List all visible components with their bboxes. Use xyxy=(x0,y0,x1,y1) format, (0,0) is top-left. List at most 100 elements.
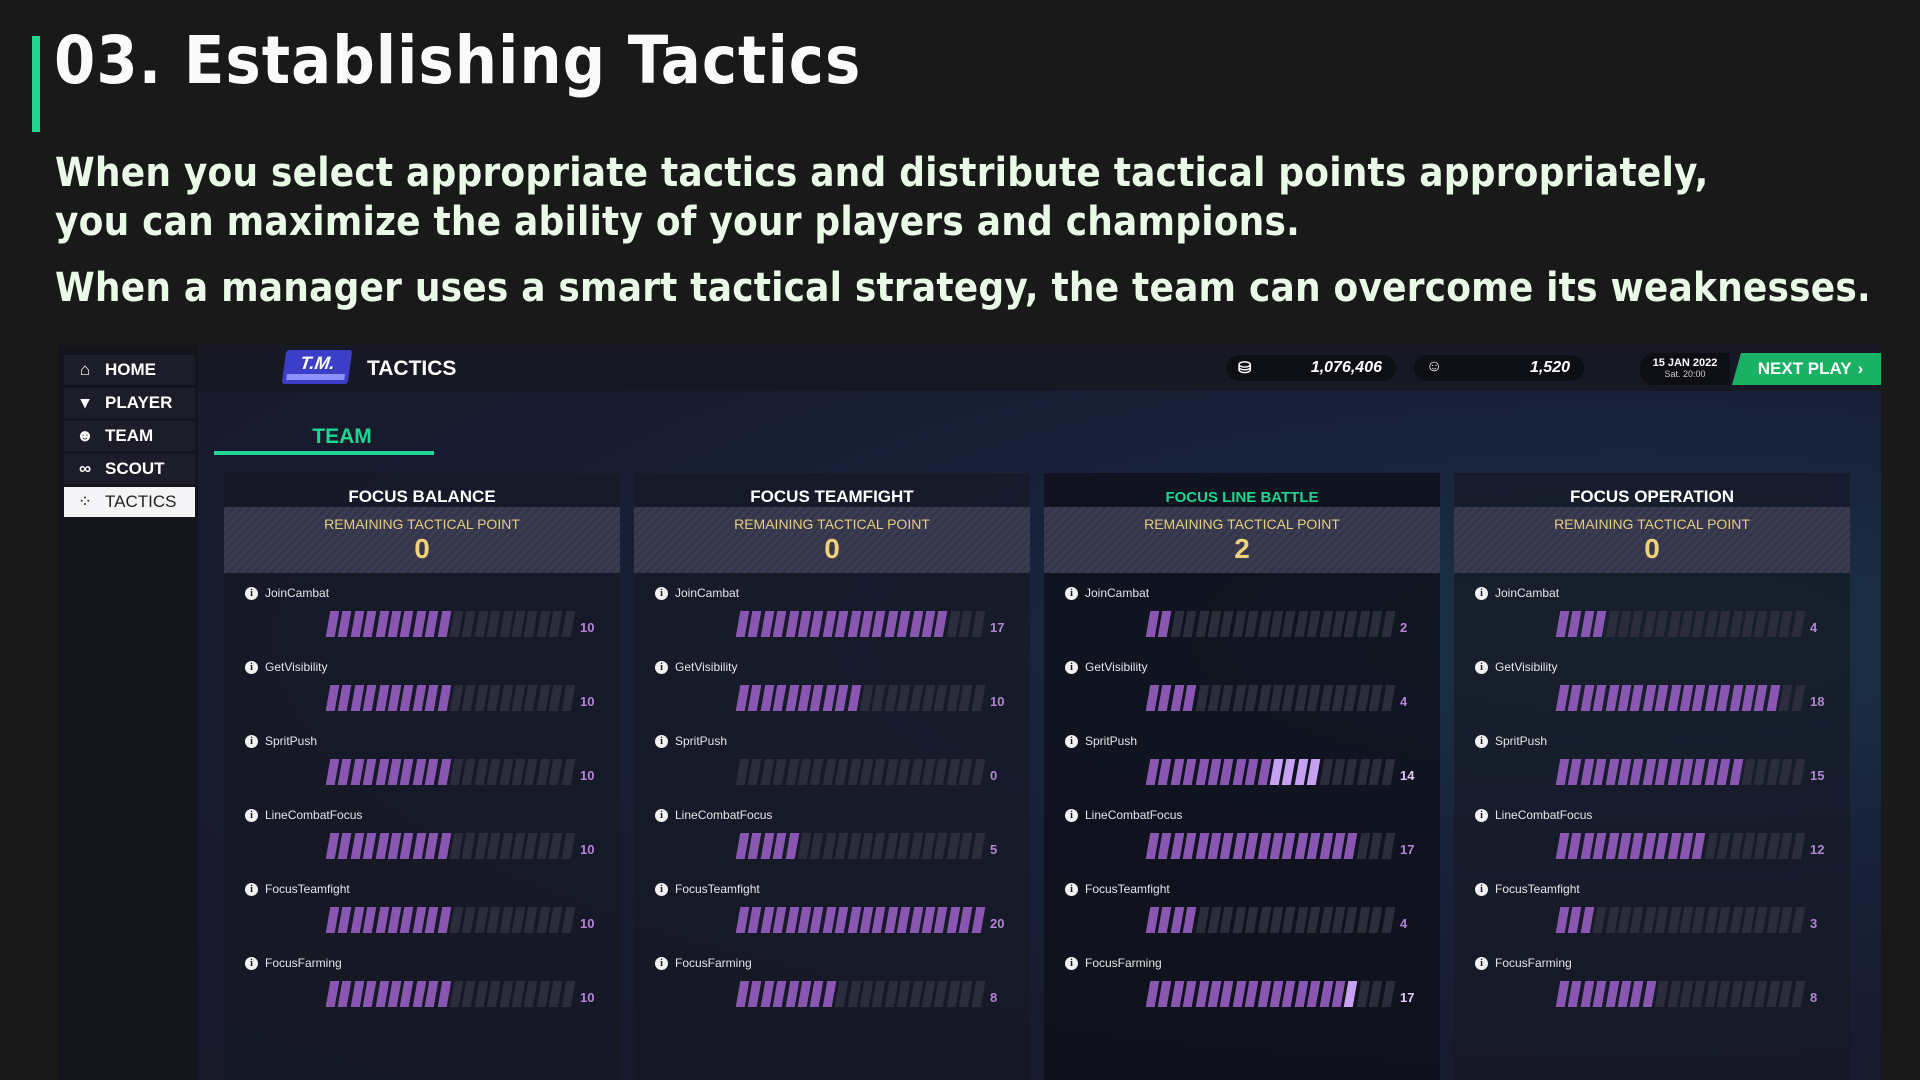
point-segment xyxy=(1716,833,1731,859)
point-segment xyxy=(474,611,489,637)
point-segment xyxy=(958,981,973,1007)
info-icon[interactable]: i xyxy=(1475,587,1488,600)
tactic-point-slider[interactable] xyxy=(1555,833,1806,859)
info-icon[interactable]: i xyxy=(655,809,668,822)
point-segment xyxy=(1704,685,1719,711)
tactic-point-slider[interactable] xyxy=(1555,907,1806,933)
tactic-point-slider[interactable] xyxy=(1145,907,1396,933)
info-icon[interactable]: i xyxy=(1065,957,1078,970)
info-icon[interactable]: i xyxy=(1475,735,1488,748)
point-segment xyxy=(896,981,911,1007)
info-icon[interactable]: i xyxy=(245,957,258,970)
tactic-point-slider[interactable] xyxy=(325,907,576,933)
tactic-point-slider[interactable] xyxy=(1145,685,1396,711)
point-segment xyxy=(872,833,886,859)
info-icon[interactable]: i xyxy=(1475,957,1488,970)
tactic-point-slider[interactable] xyxy=(735,611,986,637)
point-segment xyxy=(536,981,551,1007)
tactic-point-slider[interactable] xyxy=(735,981,986,1007)
tactic-card[interactable]: FOCUS BALANCE REMAINING TACTICAL POINT 0 i J… xyxy=(224,473,620,1080)
tactic-card[interactable]: FOCUS OPERATION REMAINING TACTICAL POINT 0… xyxy=(1454,473,1850,1080)
tactic-point-slider[interactable] xyxy=(735,685,986,711)
point-segment xyxy=(1244,759,1259,785)
chevron-right-icon: › xyxy=(1857,359,1864,378)
point-segment xyxy=(1716,981,1731,1007)
point-segment xyxy=(1654,759,1669,785)
point-segment xyxy=(1568,611,1582,637)
tactic-point-slider[interactable] xyxy=(1145,833,1396,859)
tactic-point-slider[interactable] xyxy=(1555,685,1806,711)
tactic-point-slider[interactable] xyxy=(325,833,576,859)
tactic-point-slider[interactable] xyxy=(735,907,986,933)
tactic-point-slider[interactable] xyxy=(325,611,576,637)
point-segment xyxy=(772,685,787,711)
info-icon[interactable]: i xyxy=(655,587,668,600)
tactic-card[interactable]: FOCUS TEAMFIGHT REMAINING TACTICAL POINT 0… xyxy=(634,473,1030,1080)
point-segment xyxy=(1232,685,1247,711)
point-segment xyxy=(1356,759,1371,785)
info-icon[interactable]: i xyxy=(655,735,668,748)
sidebar-item-label: PLAYER xyxy=(105,393,173,412)
point-segment xyxy=(350,833,365,859)
tactic-point-slider[interactable] xyxy=(325,759,576,785)
info-icon[interactable]: i xyxy=(245,809,258,822)
point-segment xyxy=(1704,833,1719,859)
point-segment xyxy=(810,833,824,859)
tactic-point-slider[interactable] xyxy=(1145,611,1396,637)
info-icon[interactable]: i xyxy=(1065,883,1078,896)
info-icon[interactable]: i xyxy=(655,883,668,896)
tactic-point-slider[interactable] xyxy=(1145,981,1396,1007)
info-icon[interactable]: i xyxy=(1475,661,1488,674)
point-segment xyxy=(1667,981,1681,1007)
info-icon[interactable]: i xyxy=(1065,661,1078,674)
sidebar-item-player[interactable]: ▾ PLAYER xyxy=(64,388,195,418)
sidebar-item-scout[interactable]: ∞ SCOUT xyxy=(64,454,195,484)
point-segment xyxy=(536,759,551,785)
tactic-point-slider[interactable] xyxy=(325,981,576,1007)
home-icon: ⌂ xyxy=(79,360,91,379)
info-icon[interactable]: i xyxy=(245,587,258,600)
tactic-stat-name: GetVisibility xyxy=(675,660,738,674)
point-segment xyxy=(934,685,948,711)
point-segment xyxy=(486,981,501,1007)
tactic-stat-value: 2 xyxy=(1400,620,1408,635)
info-icon[interactable]: i xyxy=(1065,587,1078,600)
tactic-point-slider[interactable] xyxy=(735,833,986,859)
info-icon[interactable]: i xyxy=(1065,735,1078,748)
info-icon[interactable]: i xyxy=(1475,809,1488,822)
tactic-point-slider[interactable] xyxy=(1555,759,1806,785)
tactic-stat-value: 17 xyxy=(1400,842,1415,857)
info-icon[interactable]: i xyxy=(655,661,668,674)
tactic-stat-value: 10 xyxy=(580,620,595,635)
tactic-card[interactable]: FOCUS LINE BATTLE REMAINING TACTICAL POIN… xyxy=(1044,473,1440,1080)
point-segment xyxy=(1568,981,1582,1007)
point-segment xyxy=(1381,759,1395,785)
next-play-button[interactable]: NEXT PLAY › xyxy=(1732,353,1881,385)
tab-team[interactable]: TEAM xyxy=(282,425,402,449)
tactic-stat-name: JoinCambat xyxy=(675,586,740,600)
point-segment xyxy=(946,759,961,785)
point-segment xyxy=(1605,833,1619,859)
tactic-point-slider[interactable] xyxy=(1145,759,1396,785)
info-icon[interactable]: i xyxy=(1475,883,1488,896)
sidebar-item-tactics[interactable]: ⁘ TACTICS xyxy=(64,487,195,517)
point-segment xyxy=(1356,981,1371,1007)
team-logo: T.M. xyxy=(281,350,353,384)
tactic-stat-row: i FocusTeamfight 4 xyxy=(1044,882,1440,957)
info-icon[interactable]: i xyxy=(245,661,258,674)
date-text: 15 JAN 2022 xyxy=(1652,357,1718,369)
point-segment xyxy=(909,685,923,711)
tactic-point-slider[interactable] xyxy=(325,685,576,711)
tactic-point-slider[interactable] xyxy=(735,759,986,785)
info-icon[interactable]: i xyxy=(245,735,258,748)
info-icon[interactable]: i xyxy=(655,957,668,970)
info-icon[interactable]: i xyxy=(1065,809,1078,822)
point-segment xyxy=(946,833,961,859)
point-segment xyxy=(486,685,501,711)
tactic-point-slider[interactable] xyxy=(1555,611,1806,637)
sidebar-item-home[interactable]: ⌂ HOME xyxy=(64,355,195,385)
tactic-point-slider[interactable] xyxy=(1555,981,1806,1007)
description-line-3: When a manager uses a smart tactical str… xyxy=(55,265,1871,311)
info-icon[interactable]: i xyxy=(245,883,258,896)
sidebar-item-team[interactable]: ☻ TEAM xyxy=(64,421,195,451)
